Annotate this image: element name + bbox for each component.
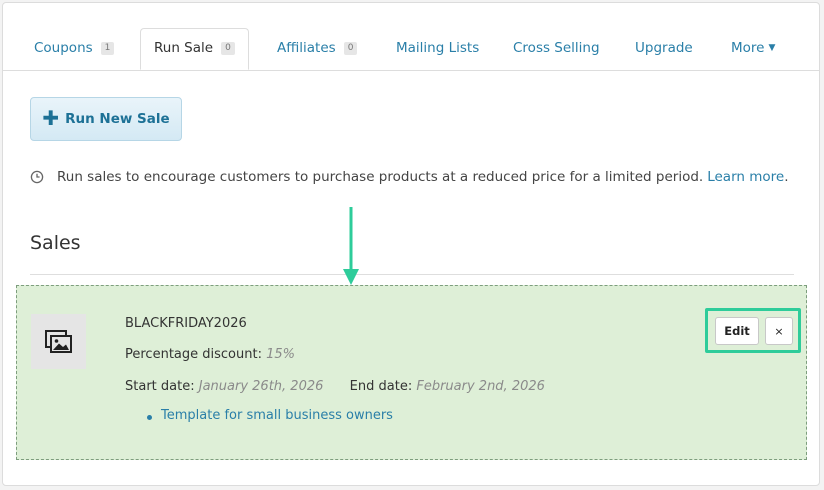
template-link-label: Template for small business owners	[161, 408, 393, 423]
run-new-sale-label: Run New Sale	[65, 111, 170, 127]
learn-more-link[interactable]: Learn more	[707, 169, 784, 185]
tab-more[interactable]: More ▼	[731, 40, 775, 56]
sale-name: BLACKFRIDAY2026	[125, 316, 247, 331]
start-date-label: Start date:	[125, 379, 195, 394]
info-trailing: .	[784, 169, 789, 185]
caret-down-icon: ▼	[768, 43, 776, 53]
tab-cross-selling-label: Cross Selling	[513, 40, 600, 56]
run-new-sale-button[interactable]: ✚ Run New Sale	[30, 97, 182, 141]
tab-bar: Coupons 1 Run Sale 0 Affiliates 0 Mailing L…	[3, 3, 819, 71]
sale-discount: Percentage discount: 15%	[125, 347, 295, 362]
tab-cross-selling[interactable]: Cross Selling	[513, 40, 600, 56]
action-highlight: Edit ×	[705, 308, 801, 353]
product-thumbnail	[31, 314, 86, 369]
tab-affiliates-badge: 0	[343, 41, 358, 55]
tab-mailing-lists-label: Mailing Lists	[396, 40, 480, 56]
sales-section-title: Sales	[30, 232, 81, 254]
tab-run-sale-badge: 0	[221, 41, 235, 55]
tab-more-label: More	[731, 40, 765, 56]
template-link[interactable]: Template for small business owners	[147, 408, 393, 423]
tab-run-sale[interactable]: Run Sale 0	[140, 28, 249, 70]
tab-mailing-lists[interactable]: Mailing Lists	[396, 40, 479, 56]
sale-dates: Start date: January 26th, 2026 End date:…	[125, 379, 545, 394]
plus-icon: ✚	[42, 105, 60, 130]
sale-row: BLACKFRIDAY2026 Percentage discount: 15%…	[16, 285, 807, 460]
coupons-panel: Coupons 1 Run Sale 0 Affiliates 0 Mailing L…	[2, 2, 820, 486]
info-message: Run sales to encourage customers to purc…	[30, 169, 789, 185]
tab-affiliates-label: Affiliates	[277, 40, 336, 56]
image-gallery-icon	[44, 329, 72, 353]
discount-value: 15%	[266, 347, 296, 362]
arrow-down-icon	[343, 207, 359, 285]
end-date-value: February 2nd, 2026	[416, 379, 545, 394]
delete-button[interactable]: ×	[765, 317, 793, 345]
tab-coupons-label: Coupons	[34, 40, 93, 56]
discount-label: Percentage discount:	[125, 347, 262, 362]
tab-affiliates[interactable]: Affiliates 0	[277, 40, 358, 56]
section-divider	[30, 274, 794, 275]
tab-upgrade-label: Upgrade	[635, 40, 693, 56]
start-date-value: January 26th, 2026	[198, 379, 324, 394]
tab-coupons-badge: 1	[100, 41, 115, 55]
info-text: Run sales to encourage customers to purc…	[57, 169, 704, 185]
tab-upgrade[interactable]: Upgrade	[635, 40, 693, 56]
edit-button[interactable]: Edit	[715, 317, 759, 345]
clock-icon	[30, 170, 44, 184]
tab-coupons[interactable]: Coupons 1	[34, 40, 115, 56]
tab-run-sale-label: Run Sale	[154, 40, 214, 56]
end-date-label: End date:	[349, 379, 413, 394]
